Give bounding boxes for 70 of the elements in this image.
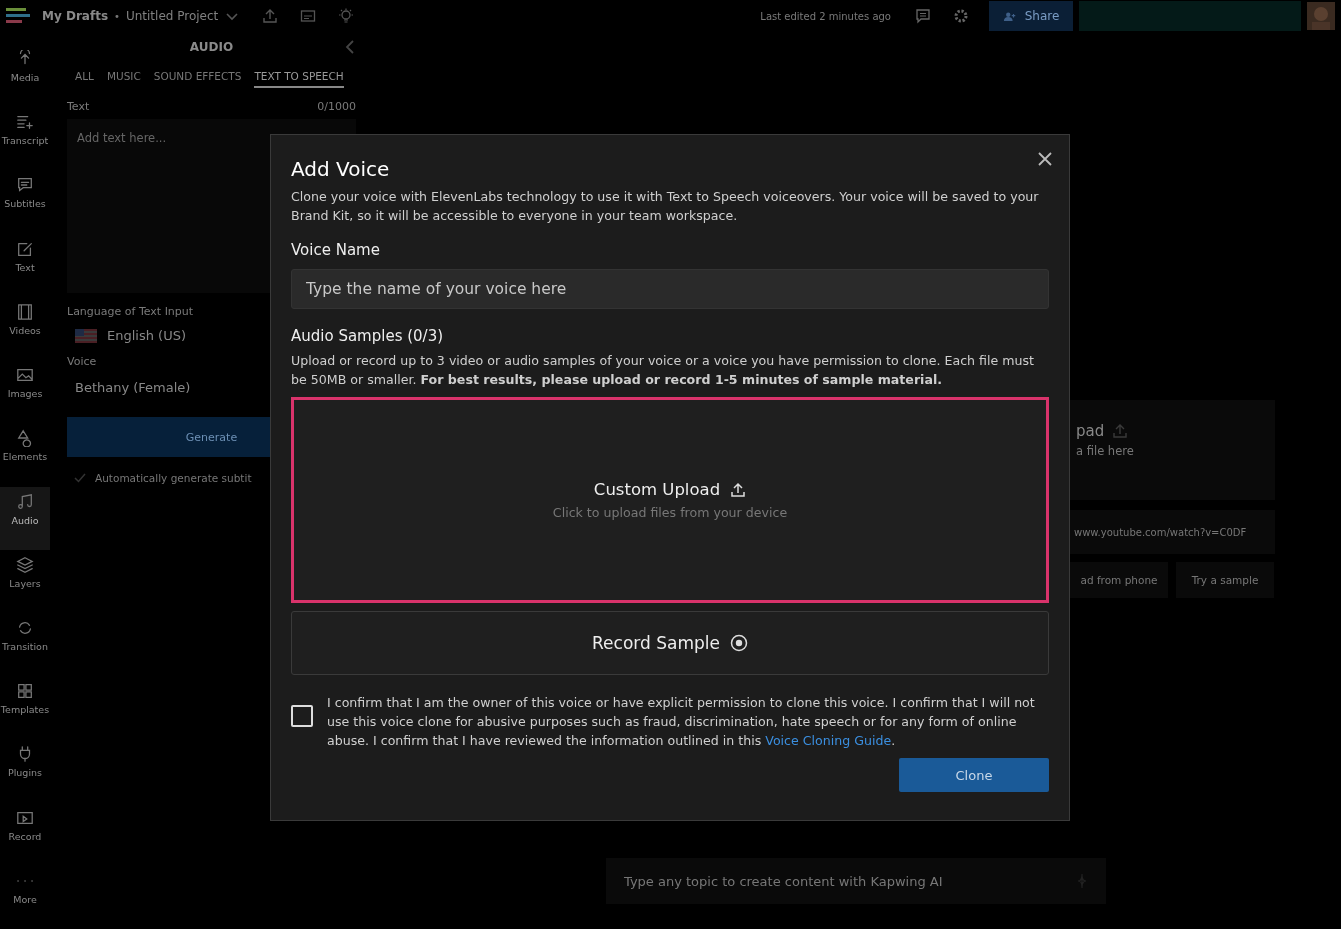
audio-samples-label: Audio Samples (0/3) bbox=[291, 327, 445, 345]
voice-label: Voice bbox=[67, 355, 97, 368]
check-icon[interactable] bbox=[73, 471, 87, 485]
url-field[interactable]: www.youtube.com/watch?v=C0DF bbox=[1070, 510, 1275, 554]
sidebar-item[interactable]: Elements bbox=[0, 423, 50, 487]
sidebar-item[interactable]: Images bbox=[0, 360, 50, 424]
panel-title: AUDIO bbox=[189, 40, 234, 54]
sidebar-item[interactable]: Record bbox=[0, 802, 50, 866]
upload-card[interactable]: pad a file here bbox=[1070, 400, 1275, 500]
consent-checkbox[interactable] bbox=[291, 705, 313, 727]
shapes-icon bbox=[16, 429, 34, 448]
upload-icon bbox=[730, 481, 747, 498]
upload-dropzone[interactable]: Custom Upload Click to upload files from your device bbox=[291, 397, 1049, 603]
upload-title: pad bbox=[1076, 422, 1105, 440]
sidebar-item[interactable]: Text bbox=[0, 233, 50, 297]
sample-button[interactable]: Try a sample bbox=[1176, 562, 1274, 598]
chevron-left-icon[interactable] bbox=[344, 39, 356, 55]
sidebar-item[interactable]: Transcript bbox=[0, 107, 50, 171]
close-icon[interactable] bbox=[1037, 151, 1053, 167]
layers-icon bbox=[16, 555, 34, 574]
record-sample-button[interactable]: Record Sample bbox=[291, 611, 1049, 675]
people-icon bbox=[1002, 10, 1017, 22]
music-note-icon bbox=[16, 492, 34, 511]
audio-tab[interactable]: MUSIC bbox=[106, 70, 141, 88]
subtitles-icon[interactable] bbox=[300, 8, 317, 24]
more-icon bbox=[17, 879, 33, 882]
sidebar-item[interactable]: Transition bbox=[0, 612, 50, 677]
text-label: Text bbox=[67, 100, 90, 113]
upload-hint: a file here bbox=[1076, 444, 1134, 458]
sidebar-item[interactable]: Templates bbox=[0, 676, 50, 740]
settings-icon[interactable] bbox=[953, 8, 969, 24]
upload-icon[interactable] bbox=[262, 8, 279, 24]
custom-upload-hint: Click to upload files from your device bbox=[552, 505, 788, 520]
audio-samples-description: Upload or record up to 3 video or audio samples of your voice or a voice you have permission to clone. Each file must be 50MB or smaller. For best results, please upload or record 1-5 minutes of sample material. bbox=[291, 352, 1035, 389]
comment-icon[interactable] bbox=[915, 8, 931, 24]
record-icon bbox=[729, 634, 748, 652]
sidebar-item[interactable]: Subtitles bbox=[0, 170, 50, 234]
audio-tab[interactable]: ALL bbox=[75, 70, 94, 88]
voice-name-field[interactable]: Type the name of your voice here bbox=[291, 269, 1049, 309]
project-title[interactable]: Untitled Project bbox=[125, 9, 219, 23]
sidebar-item[interactable]: Audio bbox=[0, 486, 50, 550]
voice-value[interactable]: Bethany (Female) bbox=[75, 380, 191, 395]
logo-icon[interactable] bbox=[6, 6, 30, 26]
ai-prompt-field[interactable]: Type any topic to create content with Kapwing AI bbox=[606, 858, 1106, 904]
clone-button[interactable]: Clone bbox=[899, 758, 1049, 792]
lightbulb-icon[interactable] bbox=[338, 8, 355, 24]
consent-text: I confirm that I am the owner of this voice or have explicit permission to clone this voice. I confirm that I will not use this voice clone for abusive purposes such as fraud, discrimination, hate speech or for any form of online abuse. I confirm that I have reviewed the information outlined in this Voice Cloning Guide. bbox=[327, 694, 1036, 750]
breadcrumb-link[interactable]: My Drafts bbox=[42, 9, 109, 23]
sparkle-icon bbox=[1076, 873, 1088, 889]
phone-upload-button[interactable]: ad from phone bbox=[1070, 562, 1168, 598]
sidebar-item[interactable]: More bbox=[0, 865, 50, 929]
sidebar-item[interactable]: Plugins bbox=[0, 739, 50, 803]
auto-subtitles-label: Automatically generate subtit bbox=[95, 472, 252, 484]
sidebar-item[interactable]: Layers bbox=[0, 549, 50, 613]
character-counter: 0/1000 bbox=[317, 100, 356, 113]
last-edited-text: Last edited 2 minutes ago bbox=[760, 10, 891, 22]
language-value[interactable]: English (US) bbox=[107, 328, 186, 343]
transcript-icon bbox=[16, 113, 34, 132]
sidebar-item[interactable]: Media bbox=[0, 44, 50, 108]
language-label: Language of Text Input bbox=[67, 305, 194, 318]
upload-icon bbox=[1112, 423, 1129, 439]
film-icon bbox=[16, 302, 34, 321]
breadcrumb-separator: • bbox=[114, 10, 120, 22]
sidebar-item[interactable]: Videos bbox=[0, 296, 50, 361]
custom-upload-title: Custom Upload bbox=[593, 480, 721, 499]
audio-tab[interactable]: TEXT TO SPEECH bbox=[254, 70, 344, 88]
grid-icon bbox=[16, 682, 34, 701]
audio-tab[interactable]: SOUND EFFECTS bbox=[153, 70, 242, 88]
share-button[interactable]: Share bbox=[989, 1, 1073, 31]
flag-icon bbox=[75, 328, 97, 343]
